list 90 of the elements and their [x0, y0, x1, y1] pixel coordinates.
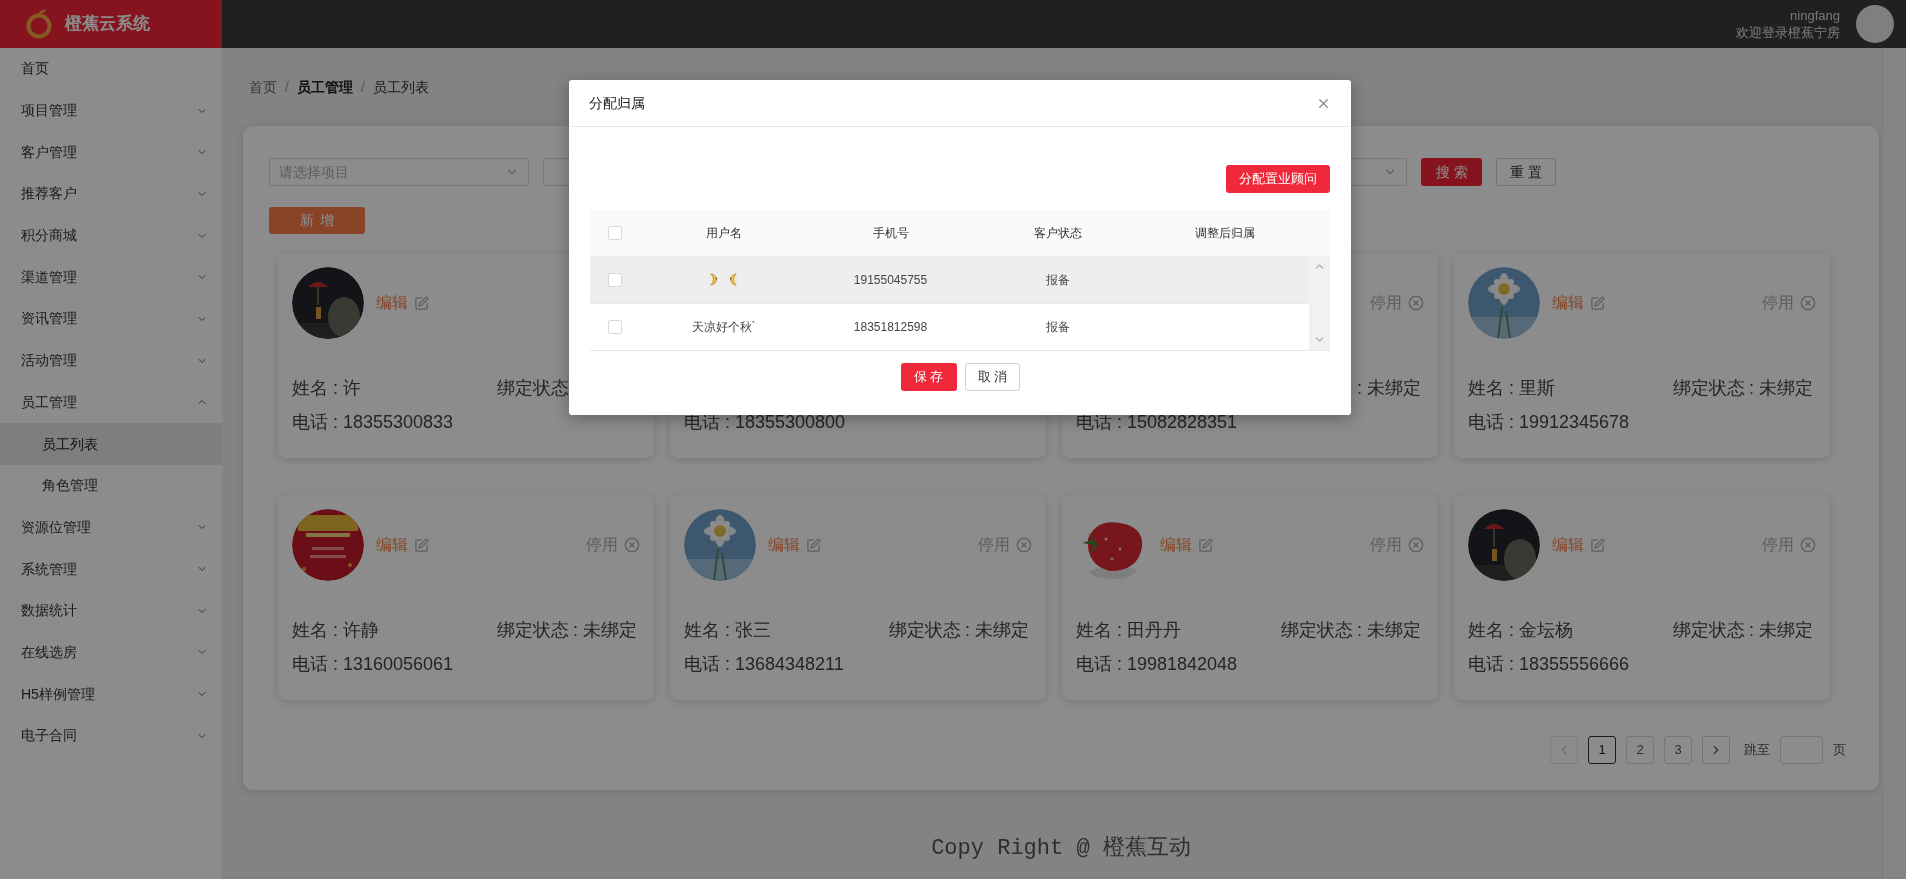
close-circle-icon[interactable]	[1408, 295, 1424, 311]
binding-value: : 未绑定	[1749, 618, 1813, 642]
sidebar-item[interactable]: 数据统计	[0, 589, 222, 632]
page-button[interactable]: 2	[1626, 736, 1654, 764]
phone-cell-text: 19155045755	[852, 271, 929, 289]
sidebar-subitem[interactable]: 员工列表	[0, 423, 222, 465]
binding-label: 绑定状态	[1281, 618, 1353, 642]
breadcrumb-item[interactable]: 员工管理	[296, 76, 353, 98]
close-circle-icon[interactable]	[1016, 537, 1032, 553]
checkbox[interactable]	[608, 226, 622, 240]
binding-value: : 未绑定	[1357, 376, 1421, 400]
page-button[interactable]: 1	[1588, 736, 1616, 764]
employee-phone: 电话 : 13160056061	[292, 652, 454, 676]
edit-icon[interactable]	[414, 537, 429, 553]
binding-value: : 未绑定	[965, 618, 1029, 642]
table-scrollbar[interactable]	[1309, 256, 1330, 350]
binding-value: : 未绑定	[1749, 376, 1813, 400]
page-button[interactable]: 3	[1664, 736, 1692, 764]
sidebar-item[interactable]: 活动管理	[0, 339, 222, 382]
close-circle-icon[interactable]	[624, 537, 640, 553]
employee-phone: 电话 : 18355556666	[1468, 652, 1630, 676]
sidebar-subitem[interactable]: 角色管理	[0, 464, 222, 507]
username-cell-text: 天凉好个秋`	[691, 319, 756, 336]
user-name: ningfang	[1790, 7, 1840, 24]
reset-button[interactable]: 重置	[1496, 158, 1556, 186]
edit-icon[interactable]	[1198, 537, 1213, 553]
employee-phone: 电话 : 18355300833	[292, 410, 454, 434]
sidebar-item[interactable]: 资源位管理	[0, 506, 222, 549]
page-suffix: 页	[1833, 741, 1846, 760]
binding-value: : 未绑定	[573, 618, 637, 642]
next-page-button[interactable]	[1702, 736, 1730, 764]
column-header: 手机号	[871, 225, 910, 242]
sidebar-item[interactable]: H5样例管理	[0, 673, 222, 715]
breadcrumb-item[interactable]: 首页	[249, 76, 277, 98]
app-title: 橙蕉云系统	[65, 13, 150, 36]
sidebar-item[interactable]: 在线选房	[0, 631, 222, 674]
phone-cell-text: 18351812598	[852, 319, 929, 336]
employee-name: 姓名 : 里斯	[1468, 376, 1555, 400]
save-button[interactable]: 保存	[900, 363, 957, 391]
column-header: 客户状态	[1032, 225, 1083, 242]
employee-phone: 电话 : 13684348211	[684, 652, 844, 676]
jump-label: 跳至	[1744, 741, 1770, 760]
binding-label: 绑定状态	[1673, 376, 1745, 400]
employee-phone: 电话 : 19981842048	[1076, 652, 1238, 676]
binding-label: 绑定状态	[1673, 618, 1745, 642]
sidebar-item[interactable]: 渠道管理	[0, 256, 222, 299]
employee-phone: 电话 : 19912345678	[1468, 410, 1630, 434]
sidebar-item[interactable]: 项目管理	[0, 89, 222, 132]
employee-name: 姓名 : 田丹丹	[1076, 618, 1181, 642]
breadcrumb-separator: /	[360, 77, 365, 97]
sidebar-item[interactable]: 首页	[0, 48, 222, 90]
sidebar-item[interactable]: 系统管理	[0, 548, 222, 590]
sidebar-item[interactable]: 员工管理	[0, 381, 222, 424]
edit-icon[interactable]	[1590, 295, 1605, 311]
breadcrumb-separator: /	[285, 77, 289, 97]
edit-icon[interactable]	[414, 295, 429, 311]
status-cell-text: 报备	[1044, 319, 1071, 336]
user-avatar[interactable]	[1856, 5, 1894, 43]
binding-value: : 未绑定	[1357, 618, 1421, 642]
sidebar-item[interactable]: 客户管理	[0, 131, 222, 174]
dialog-title: 分配归属	[589, 93, 645, 113]
column-header: 用户名	[704, 225, 743, 242]
assign-consultant-button[interactable]: 分配置业顾问	[1226, 165, 1330, 193]
close-circle-icon[interactable]	[1800, 295, 1816, 311]
edit-icon[interactable]	[806, 537, 821, 553]
edit-icon[interactable]	[1590, 537, 1605, 553]
binding-label: 绑定状态	[889, 618, 961, 642]
breadcrumb-item: 员工列表	[372, 77, 429, 97]
binding-label: 绑定状态	[497, 376, 569, 400]
close-circle-icon[interactable]	[1408, 537, 1424, 553]
sidebar-item[interactable]: 积分商城	[0, 214, 222, 257]
checkbox[interactable]	[608, 272, 622, 287]
logo-icon	[25, 9, 53, 39]
sidebar-item[interactable]: 推荐客户	[0, 173, 222, 215]
welcome-text: 欢迎登录橙蕉宁房	[1736, 24, 1840, 41]
cancel-button[interactable]: 取消	[964, 363, 1020, 391]
sidebar-item[interactable]: 电子合同	[0, 715, 222, 757]
checkbox[interactable]	[608, 320, 622, 334]
binding-label: 绑定状态	[497, 618, 569, 642]
employee-name: 姓名 : 张三	[684, 618, 771, 642]
table-row[interactable]: 19155045755 报备	[590, 256, 1309, 303]
sidebar-item[interactable]: 资讯管理	[0, 298, 222, 340]
close-circle-icon[interactable]	[1800, 537, 1816, 553]
employee-name: 姓名 : 金坛杨	[1468, 618, 1573, 642]
employee-name: 姓名 : 许	[292, 376, 361, 400]
column-header: 调整后归属	[1193, 225, 1256, 242]
footer-text: Copy Right @ 橙蕉互动	[931, 834, 1191, 863]
status-cell-text: 报备	[1044, 271, 1071, 289]
search-button[interactable]: 搜索	[1421, 158, 1482, 186]
employee-name: 姓名 : 许静	[292, 618, 379, 642]
